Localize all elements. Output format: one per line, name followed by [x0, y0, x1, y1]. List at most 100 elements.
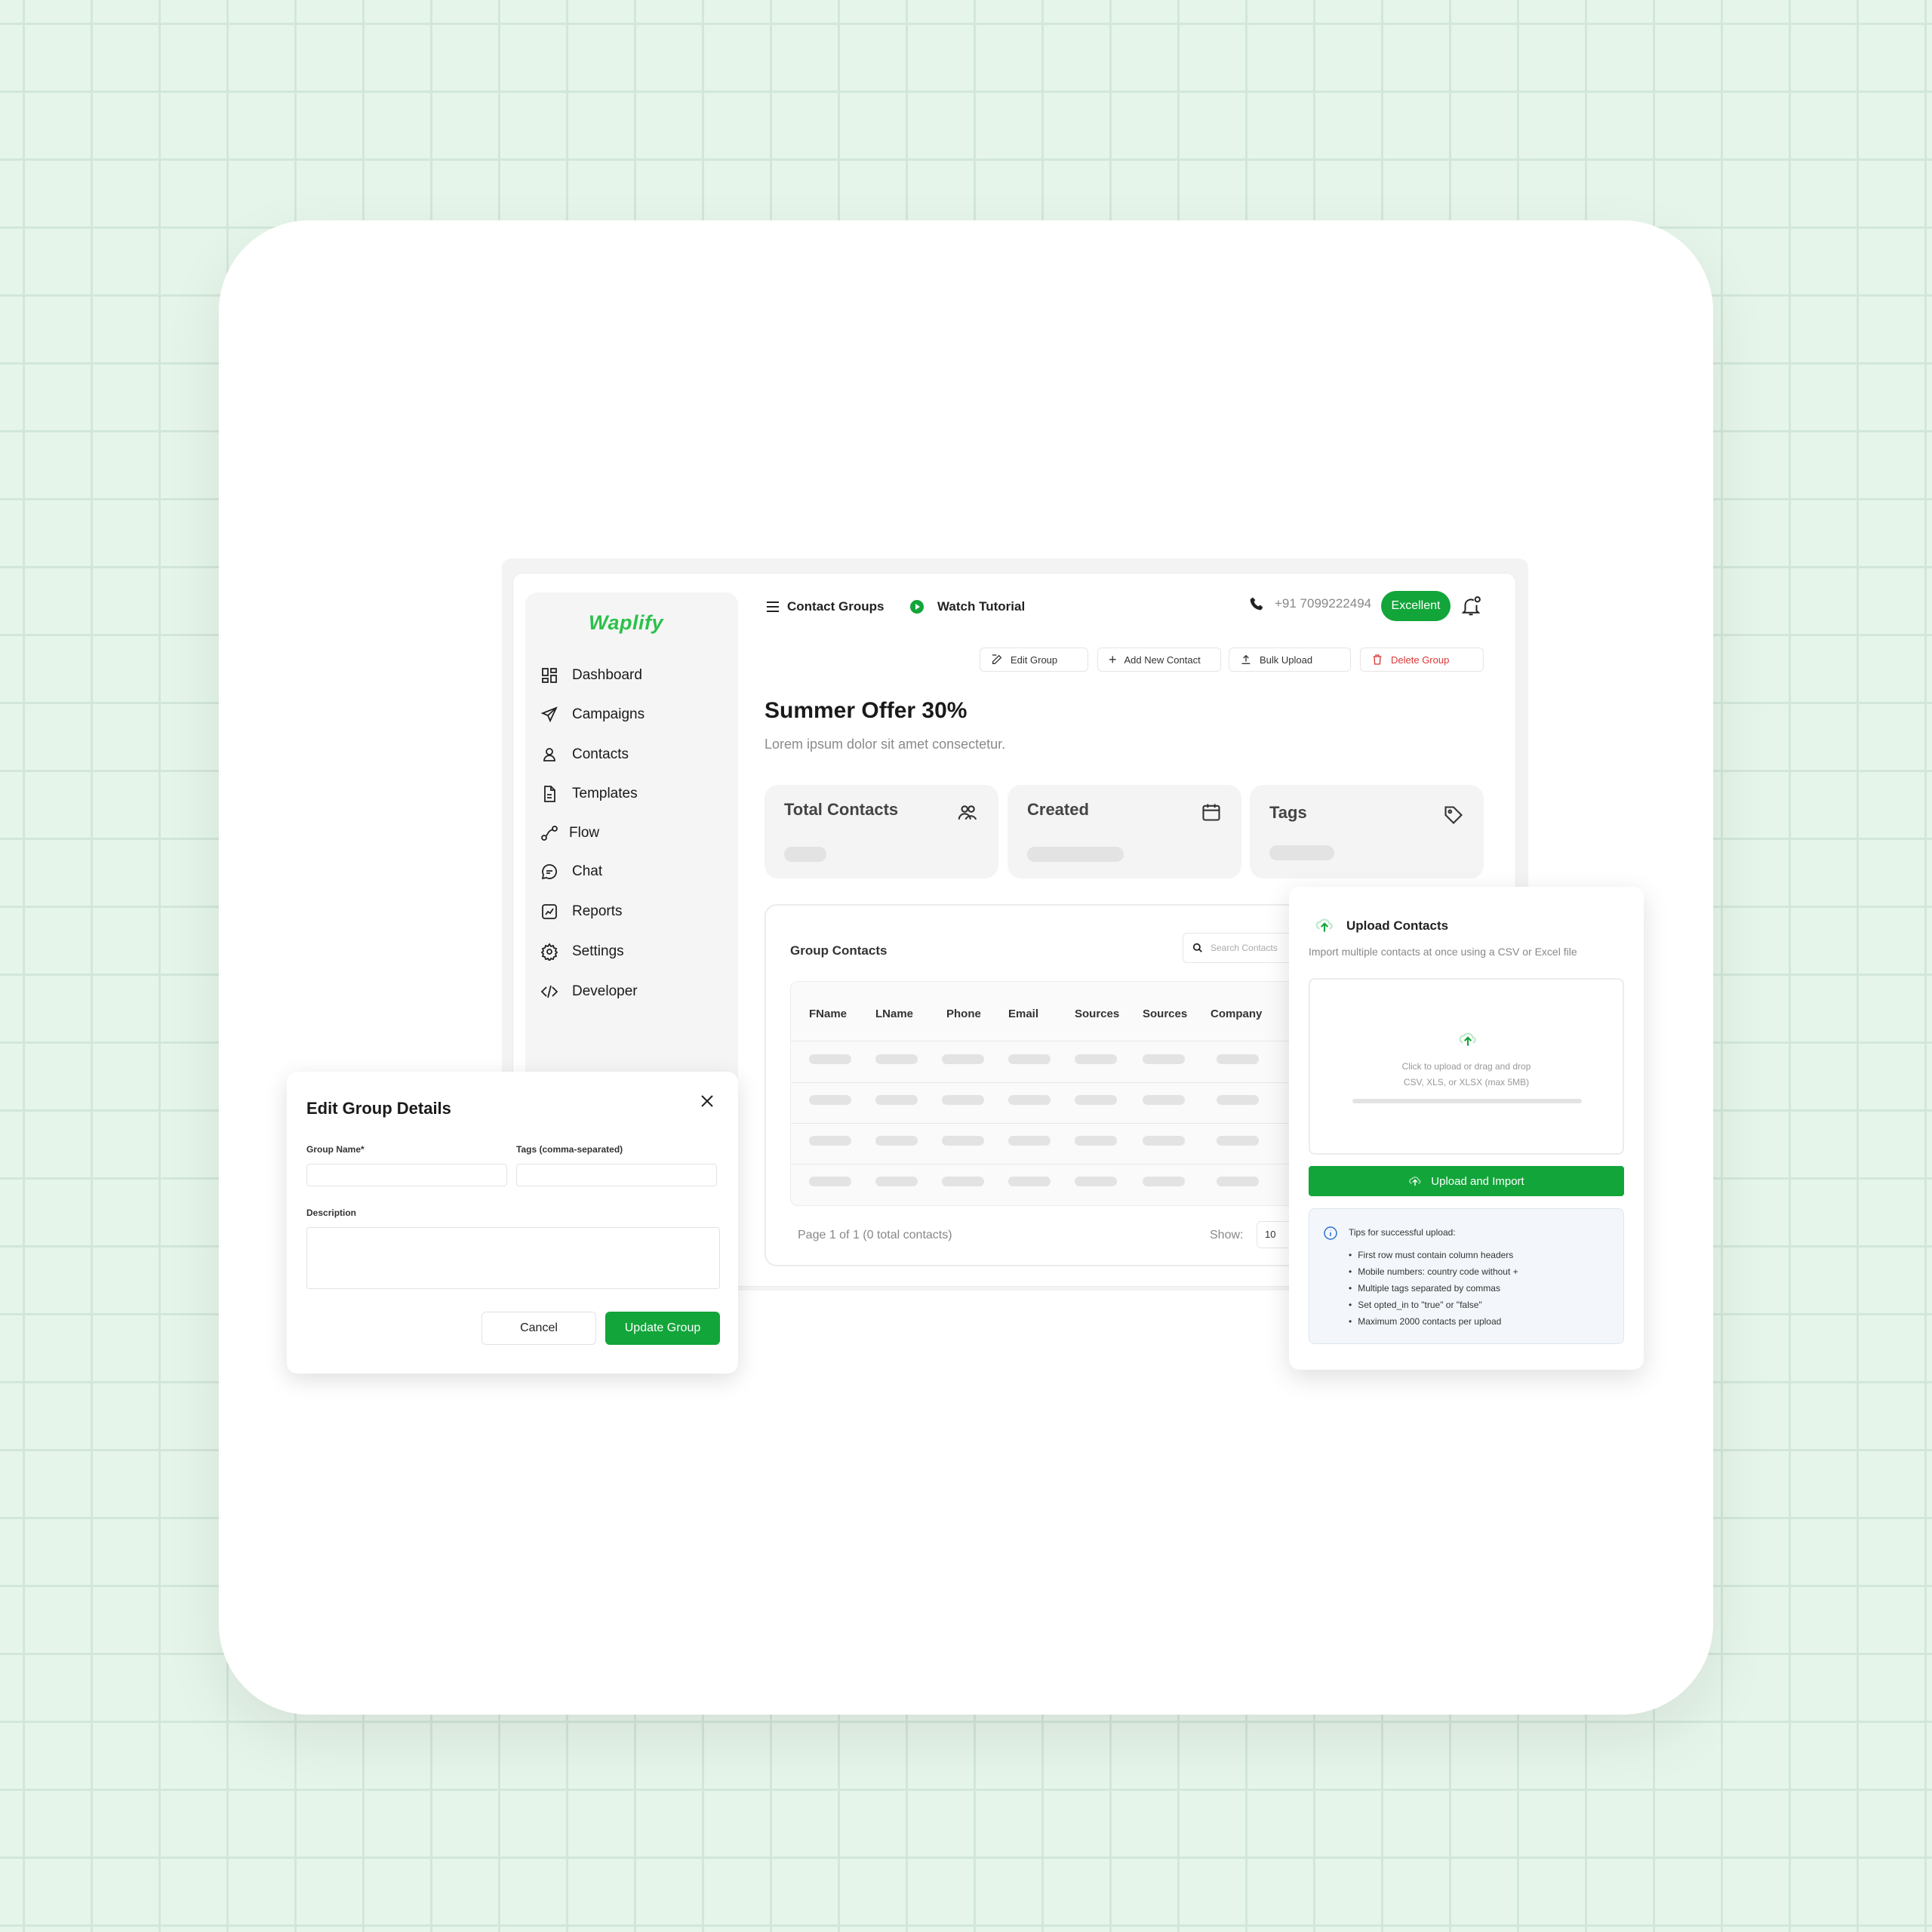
skeleton-cell: [942, 1136, 984, 1146]
sidebar-item-campaigns[interactable]: Campaigns: [540, 703, 645, 726]
contacts-table: FName LName Phone Email Sources Sources …: [790, 981, 1337, 1206]
skeleton-cell: [1075, 1095, 1117, 1105]
tip-item: Set opted_in to "true" or "false": [1349, 1297, 1518, 1313]
skeleton-cell: [1075, 1177, 1117, 1186]
tip-item: First row must contain column headers: [1349, 1247, 1518, 1263]
code-icon: [540, 985, 558, 998]
add-contact-label: Add New Contact: [1124, 654, 1201, 666]
grid-icon: [542, 668, 557, 683]
upload-tips-box: Tips for successful upload: First row mu…: [1309, 1208, 1624, 1344]
column-header[interactable]: Sources: [1075, 1008, 1119, 1020]
skeleton-placeholder: [1027, 847, 1124, 862]
tags-input[interactable]: [516, 1164, 717, 1186]
sidebar-item-label: Settings: [572, 943, 624, 959]
pagination-info: Page 1 of 1 (0 total contacts): [798, 1229, 952, 1241]
notification-button[interactable]: [1460, 595, 1482, 621]
skeleton-cell: [1008, 1054, 1051, 1064]
skeleton-cell: [942, 1054, 984, 1064]
delete-group-button[interactable]: Delete Group: [1360, 648, 1484, 672]
edit-group-modal: Edit Group Details Group Name* Tags (com…: [287, 1072, 738, 1374]
tips-title: Tips for successful upload:: [1349, 1227, 1456, 1238]
stat-total-contacts: Total Contacts: [764, 785, 998, 878]
sidebar-item-contacts[interactable]: Contacts: [540, 743, 629, 766]
upload-import-label: Upload and Import: [1431, 1174, 1524, 1188]
file-dropzone[interactable]: Click to upload or drag and drop CSV, XL…: [1309, 978, 1624, 1155]
tip-item: Mobile numbers: country code without +: [1349, 1263, 1518, 1280]
skeleton-cell: [1008, 1095, 1051, 1105]
skeleton-cell: [1143, 1095, 1185, 1105]
tags-label: Tags (comma-separated): [516, 1144, 623, 1155]
menu-icon: [767, 601, 779, 612]
update-group-button[interactable]: Update Group: [605, 1312, 720, 1345]
sidebar-item-dashboard[interactable]: Dashboard: [540, 664, 642, 687]
skeleton-cell: [1143, 1177, 1185, 1186]
sidebar-item-settings[interactable]: Settings: [540, 940, 624, 963]
chat-icon: [541, 864, 558, 880]
upload-cloud-icon: [1409, 1177, 1421, 1186]
gear-icon: [540, 943, 558, 961]
skeleton-cell: [1008, 1136, 1051, 1146]
sidebar-item-chat[interactable]: Chat: [540, 860, 602, 883]
search-placeholder: Search Contacts: [1211, 943, 1278, 953]
skeleton-cell: [1217, 1177, 1259, 1186]
status-badge: Excellent: [1381, 591, 1451, 621]
skeleton-cell: [1075, 1054, 1117, 1064]
sidebar-item-flow[interactable]: Flow: [540, 822, 599, 844]
watch-tutorial-link[interactable]: Watch Tutorial: [910, 599, 1025, 614]
tips-list: First row must contain column headers Mo…: [1349, 1247, 1518, 1330]
search-icon: [1192, 943, 1202, 952]
description-label: Description: [306, 1208, 357, 1218]
skeleton-cell: [809, 1136, 851, 1146]
upload-cloud-icon: [1315, 918, 1333, 932]
upload-cloud-icon: [1459, 1032, 1476, 1046]
bulk-upload-button[interactable]: Bulk Upload: [1229, 648, 1351, 672]
upload-subtitle: Import multiple contacts at once using a…: [1309, 946, 1577, 958]
skeleton-cell: [809, 1095, 851, 1105]
play-icon: [910, 600, 924, 614]
bulk-upload-label: Bulk Upload: [1260, 654, 1313, 666]
column-header[interactable]: FName: [809, 1008, 847, 1020]
upload-import-button[interactable]: Upload and Import: [1309, 1166, 1624, 1196]
sidebar-item-reports[interactable]: Reports: [540, 900, 623, 923]
group-contacts-card: Group Contacts Search Contacts FName LNa…: [764, 904, 1338, 1266]
contact-groups-menu[interactable]: Contact Groups: [766, 599, 884, 614]
column-header[interactable]: Email: [1008, 1008, 1038, 1020]
sidebar-item-label: Contacts: [572, 746, 629, 762]
page-title: Summer Offer 30%: [764, 698, 968, 723]
description-textarea[interactable]: [306, 1227, 720, 1289]
skeleton-cell: [875, 1177, 918, 1186]
skeleton-cell: [1008, 1177, 1051, 1186]
brand-logo[interactable]: Waplify: [589, 611, 663, 635]
sidebar-item-label: Chat: [572, 863, 603, 879]
skeleton-cell: [1143, 1136, 1185, 1146]
skeleton-cell: [1143, 1054, 1185, 1064]
stat-label: Tags: [1269, 803, 1307, 822]
column-header[interactable]: Phone: [946, 1008, 981, 1020]
edit-group-button[interactable]: Edit Group: [980, 648, 1088, 672]
show-label: Show:: [1210, 1229, 1244, 1241]
add-contact-button[interactable]: + Add New Contact: [1097, 648, 1221, 672]
page-subtitle: Lorem ipsum dolor sit amet consectetur.: [764, 737, 1006, 752]
group-name-input[interactable]: [306, 1164, 507, 1186]
column-header[interactable]: LName: [875, 1008, 913, 1020]
cancel-button[interactable]: Cancel: [481, 1312, 596, 1345]
row-divider: [791, 1123, 1337, 1124]
modal-title: Edit Group Details: [306, 1099, 451, 1118]
skeleton-cell: [875, 1136, 918, 1146]
dropzone-text: Click to upload or drag and drop: [1401, 1061, 1531, 1072]
skeleton-cell: [1217, 1054, 1259, 1064]
sidebar-item-templates[interactable]: Templates: [540, 783, 638, 805]
stat-created: Created: [1008, 785, 1241, 878]
upload-progress-track: [1352, 1099, 1582, 1103]
column-header[interactable]: Sources: [1143, 1008, 1187, 1020]
skeleton-cell: [875, 1054, 918, 1064]
tip-item: Multiple tags separated by commas: [1349, 1280, 1518, 1297]
skeleton-cell: [809, 1177, 851, 1186]
edit-group-label: Edit Group: [1011, 654, 1058, 666]
user-icon: [543, 748, 555, 761]
close-icon[interactable]: [700, 1094, 714, 1108]
column-header[interactable]: Company: [1211, 1008, 1262, 1020]
tag-icon: [1444, 806, 1463, 824]
sidebar-item-developer[interactable]: Developer: [540, 980, 638, 1003]
skeleton-cell: [942, 1095, 984, 1105]
